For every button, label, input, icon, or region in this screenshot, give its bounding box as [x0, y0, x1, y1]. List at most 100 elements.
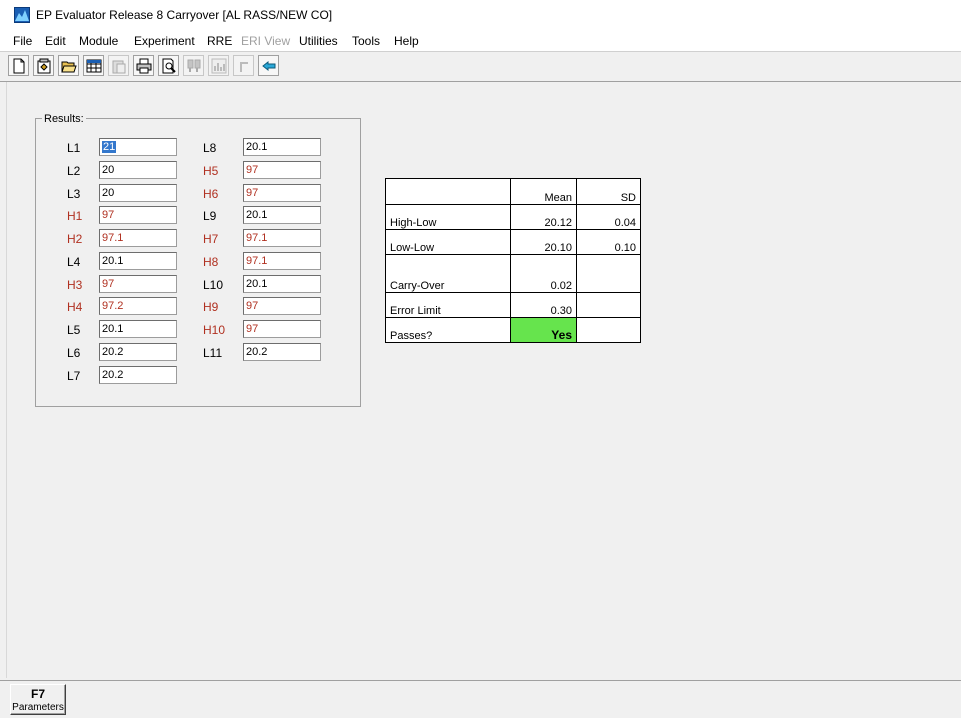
open-folder-button[interactable] — [58, 55, 79, 76]
grid-icon — [86, 59, 102, 73]
menu-bar: File Edit Module Experiment RRE ERI View… — [0, 31, 961, 52]
result-field-l9[interactable]: 20.1 — [243, 206, 321, 224]
carry-over-row: Carry-Over 0.02 — [385, 254, 641, 293]
print-button[interactable] — [133, 55, 154, 76]
menu-module[interactable]: Module — [79, 34, 118, 48]
result-label-h10: H10 — [203, 323, 226, 337]
print-icon — [136, 58, 152, 74]
result-field-l4[interactable]: 20.1 — [99, 252, 177, 270]
f7-parameters-button[interactable]: F7 Parameters — [10, 684, 66, 715]
menu-tools[interactable]: Tools — [352, 34, 380, 48]
result-field-l5[interactable]: 20.1 — [99, 320, 177, 338]
results-group-label: Results: — [42, 113, 86, 125]
high-low-label: High-Low — [385, 204, 511, 230]
find-button[interactable] — [183, 55, 204, 76]
result-label-l1: L1 — [67, 141, 81, 155]
back-arrow-button[interactable] — [258, 55, 279, 76]
new-document-button[interactable] — [8, 55, 29, 76]
result-field-l1[interactable]: 21 — [99, 138, 177, 156]
back-arrow-icon — [262, 60, 276, 72]
window-title: EP Evaluator Release 8 Carryover [AL RAS… — [36, 8, 333, 22]
f7-parameters-label: Parameters — [12, 702, 64, 713]
error-limit-value: 0.30 — [510, 292, 577, 318]
high-low-sd: 0.04 — [576, 204, 641, 230]
result-field-l2[interactable]: 20 — [99, 161, 177, 179]
sd-header: SD — [576, 178, 641, 205]
menu-rre[interactable]: RRE — [207, 34, 232, 48]
low-low-row: Low-Low 20.10 0.10 — [385, 229, 641, 255]
new-experiment-button[interactable] — [33, 55, 54, 76]
print-preview-button[interactable] — [158, 55, 179, 76]
carry-over-value: 0.02 — [510, 254, 577, 293]
result-label-l10: L10 — [203, 278, 224, 292]
title-bar: EP Evaluator Release 8 Carryover [AL RAS… — [0, 0, 961, 32]
undo-icon — [240, 62, 248, 72]
passes-sd-blank — [576, 317, 641, 343]
menu-file[interactable]: File — [13, 34, 32, 48]
paste-button[interactable] — [108, 55, 129, 76]
toolbar — [0, 52, 961, 82]
new-experiment-icon — [37, 58, 51, 74]
carry-over-sd-blank — [576, 254, 641, 293]
result-field-l8[interactable]: 20.1 — [243, 138, 321, 156]
app-icon — [14, 7, 30, 23]
result-field-h5[interactable]: 97 — [243, 161, 321, 179]
result-label-l5: L5 — [67, 323, 81, 337]
menu-help[interactable]: Help — [394, 34, 419, 48]
menu-experiment[interactable]: Experiment — [134, 34, 195, 48]
result-label-h5: H5 — [203, 164, 219, 178]
grid-button[interactable] — [83, 55, 104, 76]
open-folder-icon — [61, 61, 77, 73]
result-field-h9[interactable]: 97 — [243, 297, 321, 315]
result-label-h7: H7 — [203, 232, 219, 246]
menu-utilities[interactable]: Utilities — [299, 34, 338, 48]
result-label-l3: L3 — [67, 187, 81, 201]
undo-button[interactable] — [233, 55, 254, 76]
new-document-icon — [13, 58, 25, 74]
result-label-h3: H3 — [67, 278, 83, 292]
carry-over-label: Carry-Over — [385, 254, 511, 293]
result-label-l7: L7 — [67, 369, 81, 383]
passes-label: Passes? — [385, 317, 511, 343]
low-low-mean: 20.10 — [510, 229, 577, 255]
result-field-h10[interactable]: 97 — [243, 320, 321, 338]
result-label-h4: H4 — [67, 300, 83, 314]
result-label-l6: L6 — [67, 346, 81, 360]
result-field-h7[interactable]: 97.1 — [243, 229, 321, 247]
mean-header: Mean — [510, 178, 577, 205]
find-icon — [187, 59, 201, 72]
menu-edit[interactable]: Edit — [45, 34, 66, 48]
high-low-mean: 20.12 — [510, 204, 577, 230]
result-field-l3[interactable]: 20 — [99, 184, 177, 202]
result-field-h3[interactable]: 97 — [99, 275, 177, 293]
error-limit-label: Error Limit — [385, 292, 511, 318]
low-low-sd: 0.10 — [576, 229, 641, 255]
carryover-stats-table: Mean SD High-Low 20.12 0.04 Low-Low 20.1… — [385, 178, 641, 343]
result-field-l10[interactable]: 20.1 — [243, 275, 321, 293]
passes-row: Passes? Yes — [385, 317, 641, 343]
result-field-l7[interactable]: 20.2 — [99, 366, 177, 384]
menu-eri-view[interactable]: ERI View — [241, 34, 290, 48]
result-field-h8[interactable]: 97.1 — [243, 252, 321, 270]
paste-icon — [112, 60, 126, 74]
low-low-label: Low-Low — [385, 229, 511, 255]
passes-value: Yes — [510, 317, 577, 343]
chart-button[interactable] — [208, 55, 229, 76]
chart-icon — [211, 58, 227, 74]
print-preview-icon — [162, 58, 176, 74]
result-field-h4[interactable]: 97.2 — [99, 297, 177, 315]
high-low-row: High-Low 20.12 0.04 — [385, 204, 641, 230]
result-field-h2[interactable]: 97.1 — [99, 229, 177, 247]
result-field-h1[interactable]: 97 — [99, 206, 177, 224]
result-field-h6[interactable]: 97 — [243, 184, 321, 202]
result-label-h1: H1 — [67, 209, 83, 223]
header-blank-cell — [385, 178, 511, 205]
result-field-l11[interactable]: 20.2 — [243, 343, 321, 361]
result-label-l9: L9 — [203, 209, 217, 223]
error-limit-sd-blank — [576, 292, 641, 318]
result-label-h2: H2 — [67, 232, 83, 246]
result-label-l2: L2 — [67, 164, 81, 178]
result-field-l6[interactable]: 20.2 — [99, 343, 177, 361]
error-limit-row: Error Limit 0.30 — [385, 292, 641, 318]
f7-key-label: F7 — [30, 687, 45, 701]
